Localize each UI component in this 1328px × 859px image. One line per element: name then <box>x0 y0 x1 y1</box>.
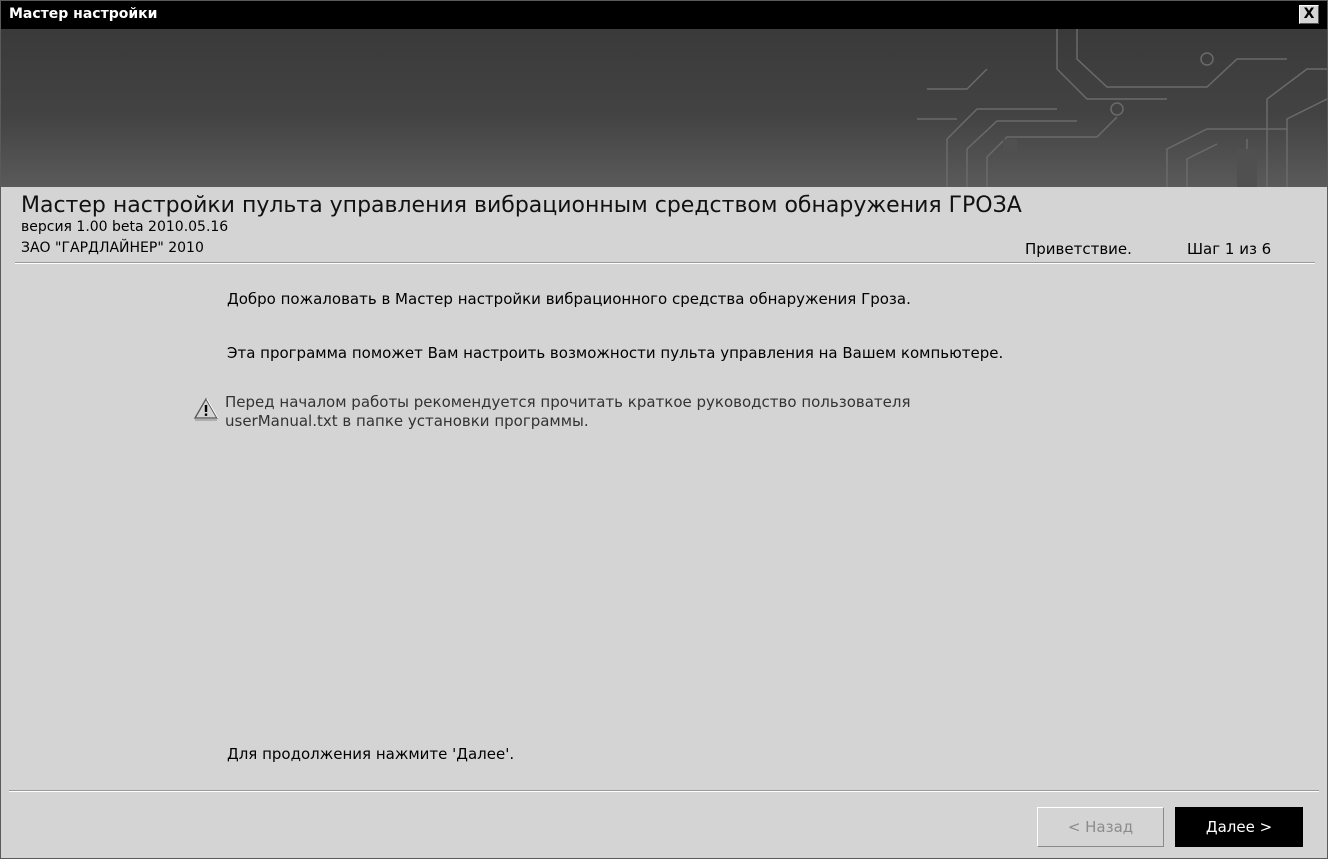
warning-message: Перед началом работы рекомендуется прочи… <box>225 393 1045 431</box>
welcome-text: Добро пожаловать в Мастер настройки вибр… <box>227 290 911 308</box>
next-button[interactable]: Далее > <box>1175 807 1303 847</box>
warning-line-1: Перед началом работы рекомендуется прочи… <box>225 393 911 411</box>
close-button[interactable]: X <box>1299 5 1319 24</box>
company-text: ЗАО "ГАРДЛАЙНЕР" 2010 <box>21 240 204 256</box>
wizard-window: Мастер настройки X Мастер настройки пуль… <box>0 0 1328 859</box>
description-text: Эта программа поможет Вам настроить возм… <box>227 344 1004 362</box>
header-divider <box>15 262 1315 264</box>
wizard-heading: Мастер настройки пульта управления вибра… <box>21 193 1022 218</box>
version-text: версия 1.00 beta 2010.05.16 <box>21 219 229 235</box>
close-icon: X <box>1303 6 1315 22</box>
continue-hint: Для продолжения нажмите 'Далее'. <box>227 745 515 763</box>
window-title: Мастер настройки <box>9 6 158 22</box>
title-bar: Мастер настройки X <box>1 1 1327 29</box>
footer-divider <box>9 790 1319 792</box>
step-name: Приветствие. <box>1025 240 1132 258</box>
back-button[interactable]: < Назад <box>1037 807 1164 847</box>
circuit-pattern <box>917 29 1327 187</box>
step-counter: Шаг 1 из 6 <box>1187 240 1272 258</box>
header-banner <box>1 29 1327 187</box>
warning-line-2: userManual.txt в папке установки програм… <box>225 412 589 430</box>
warning-icon <box>193 397 219 425</box>
